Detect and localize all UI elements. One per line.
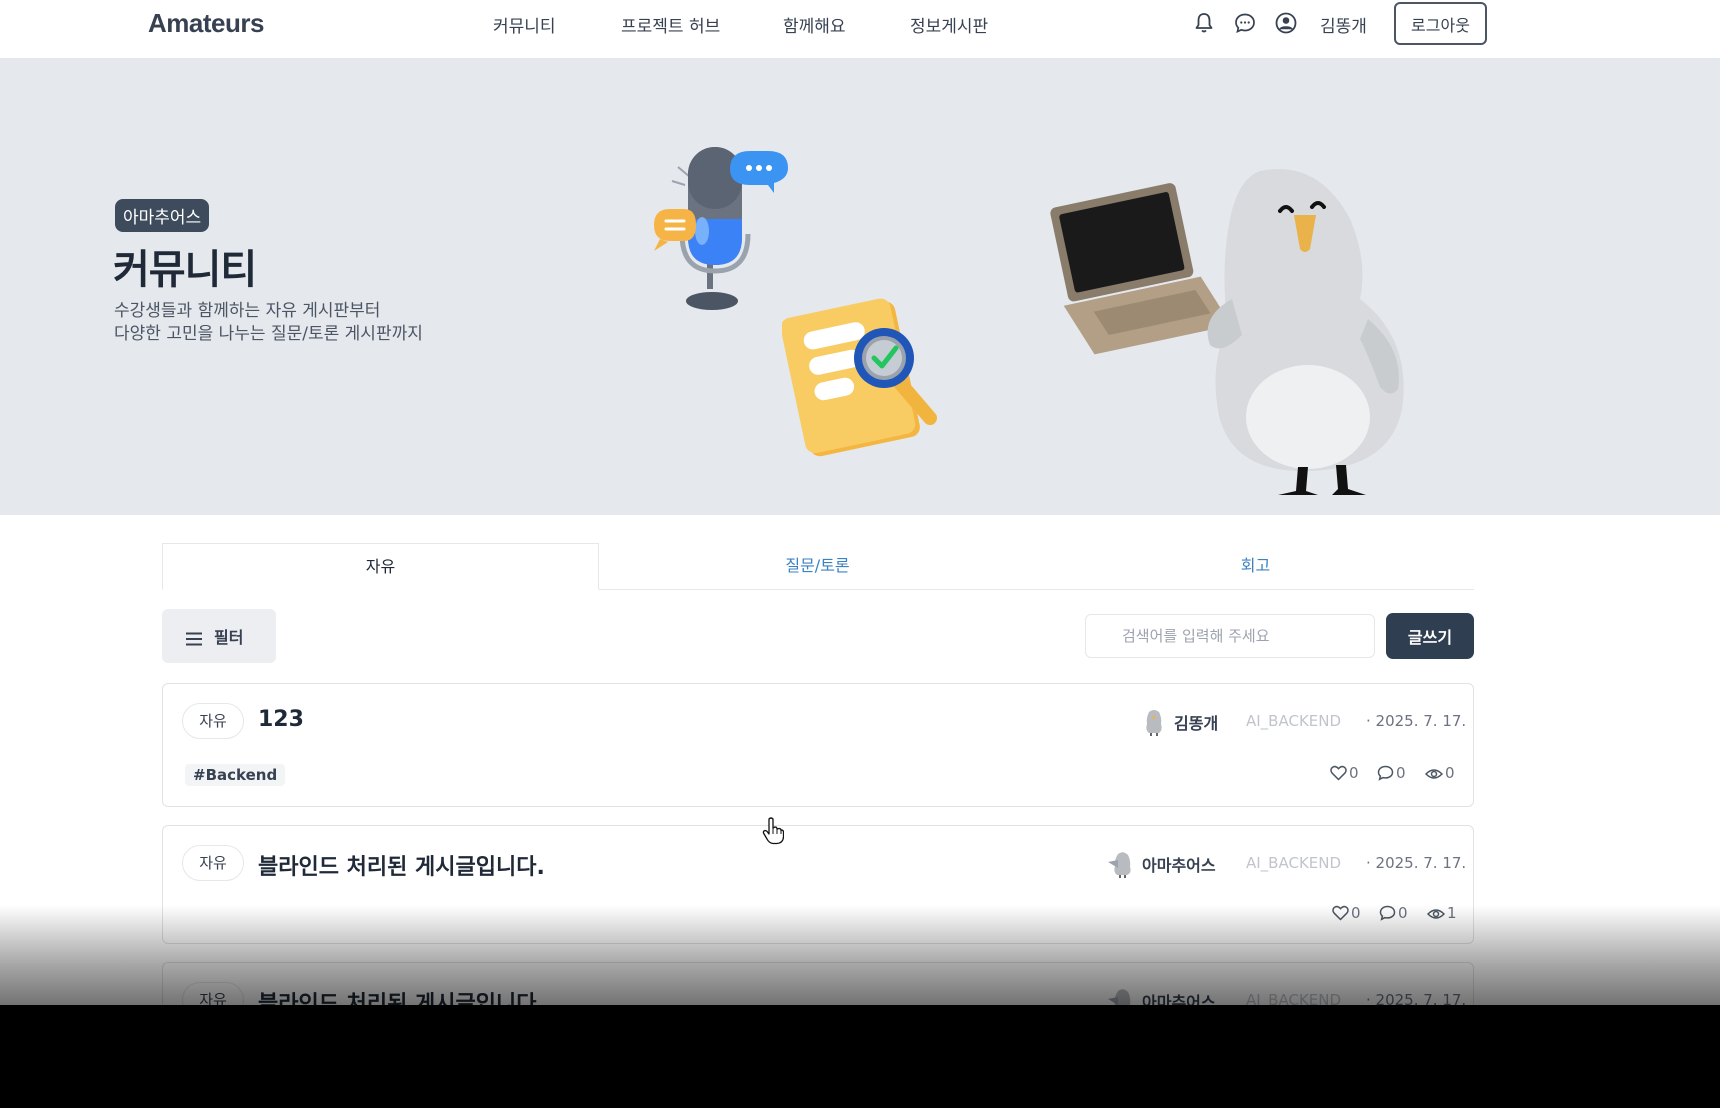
hero-description-line-1: 수강생들과 함께하는 자유 게시판부터 <box>114 301 381 321</box>
hero-description-line-2: 다양한 고민을 나누는 질문/토론 게시판까지 <box>114 324 423 344</box>
document-magnifier-illustration <box>782 298 937 457</box>
post-date: · 2025. 7. 17. <box>1366 991 1467 1005</box>
write-post-button[interactable]: 글쓰기 <box>1386 613 1474 659</box>
post-category-badge: 자유 <box>182 845 244 881</box>
post-title[interactable]: 블라인드 처리된 게시글입니다. <box>258 986 545 1005</box>
bell-icon[interactable] <box>1192 11 1216 35</box>
microphone-illustration <box>654 147 788 310</box>
post-card[interactable]: 자유 블라인드 처리된 게시글입니다. 아마추어스 AI_BACKEND · 2… <box>162 962 1474 1005</box>
post-track: AI_BACKEND <box>1246 991 1342 1005</box>
hero-banner: 아마추어스 커뮤니티 수강생들과 함께하는 자유 게시판부터 다양한 고민을 나… <box>0 59 1720 515</box>
heart-icon <box>1330 765 1347 781</box>
post-likes: 0 <box>1332 904 1361 922</box>
seagull-mascot-illustration <box>1050 169 1404 495</box>
author-avatar <box>1146 710 1162 736</box>
hero-badge: 아마추어스 <box>115 199 210 232</box>
chat-icon[interactable] <box>1233 11 1257 35</box>
post-comments: 0 <box>1377 764 1406 782</box>
logout-button[interactable]: 로그아웃 <box>1394 2 1487 45</box>
tab-retrospective[interactable]: 회고 <box>1037 543 1474 590</box>
eye-icon <box>1426 909 1446 919</box>
post-title[interactable]: 블라인드 처리된 게시글입니다. <box>258 849 545 881</box>
post-author[interactable]: 아마추어스 <box>1142 989 1216 1005</box>
site-logo[interactable]: Amateurs <box>148 8 264 39</box>
hand-cursor-icon <box>762 817 784 845</box>
nav-project-hub[interactable]: 프로젝트 허브 <box>621 12 720 37</box>
author-avatar <box>1108 989 1131 1005</box>
post-author[interactable]: 김똥개 <box>1174 710 1218 734</box>
filter-button[interactable]: 필터 <box>162 609 276 663</box>
board-tabs: 자유 질문/토론 회고 <box>162 543 1474 590</box>
post-category-badge: 자유 <box>182 982 244 1005</box>
user-circle-icon[interactable] <box>1274 11 1298 35</box>
tab-question-discussion[interactable]: 질문/토론 <box>599 543 1036 590</box>
comment-icon <box>1377 765 1394 781</box>
post-author[interactable]: 아마추어스 <box>1142 852 1216 876</box>
nav-together[interactable]: 함께해요 <box>783 12 846 37</box>
post-views: 0 <box>1424 764 1455 782</box>
post-likes: 0 <box>1330 764 1359 782</box>
post-title[interactable]: 123 <box>258 707 304 732</box>
post-comments: 0 <box>1379 904 1408 922</box>
tab-free[interactable]: 자유 <box>162 543 599 590</box>
header-username[interactable]: 김똥개 <box>1320 12 1367 37</box>
post-track: AI_BACKEND <box>1246 854 1342 872</box>
post-card[interactable]: 자유 블라인드 처리된 게시글입니다. 아마추어스 AI_BACKEND · 2… <box>162 825 1474 944</box>
post-card[interactable]: 자유 123 #Backend 김똥개 AI_BACKEND · 2025. 7… <box>162 683 1474 807</box>
heart-icon <box>1332 905 1349 921</box>
filter-label: 필터 <box>214 628 244 647</box>
post-views: 1 <box>1426 904 1457 922</box>
search-input[interactable] <box>1085 614 1375 658</box>
post-track: AI_BACKEND <box>1246 712 1342 730</box>
eye-icon <box>1424 769 1444 779</box>
comment-icon <box>1379 905 1396 921</box>
post-date: · 2025. 7. 17. <box>1366 712 1467 730</box>
page: Amateurs 커뮤니티 프로젝트 허브 함께해요 정보게시판 김똥개 로그아… <box>0 0 1720 1005</box>
post-category-badge: 자유 <box>182 703 244 739</box>
post-date: · 2025. 7. 17. <box>1366 854 1467 872</box>
nav-info-board[interactable]: 정보게시판 <box>910 12 988 37</box>
post-tag[interactable]: #Backend <box>185 764 286 786</box>
top-header: Amateurs 커뮤니티 프로젝트 허브 함께해요 정보게시판 김똥개 로그아… <box>0 0 1720 59</box>
nav-community[interactable]: 커뮤니티 <box>493 12 556 37</box>
author-avatar <box>1108 852 1131 878</box>
hero-title: 커뮤니티 <box>113 247 257 293</box>
menu-icon <box>186 632 202 645</box>
